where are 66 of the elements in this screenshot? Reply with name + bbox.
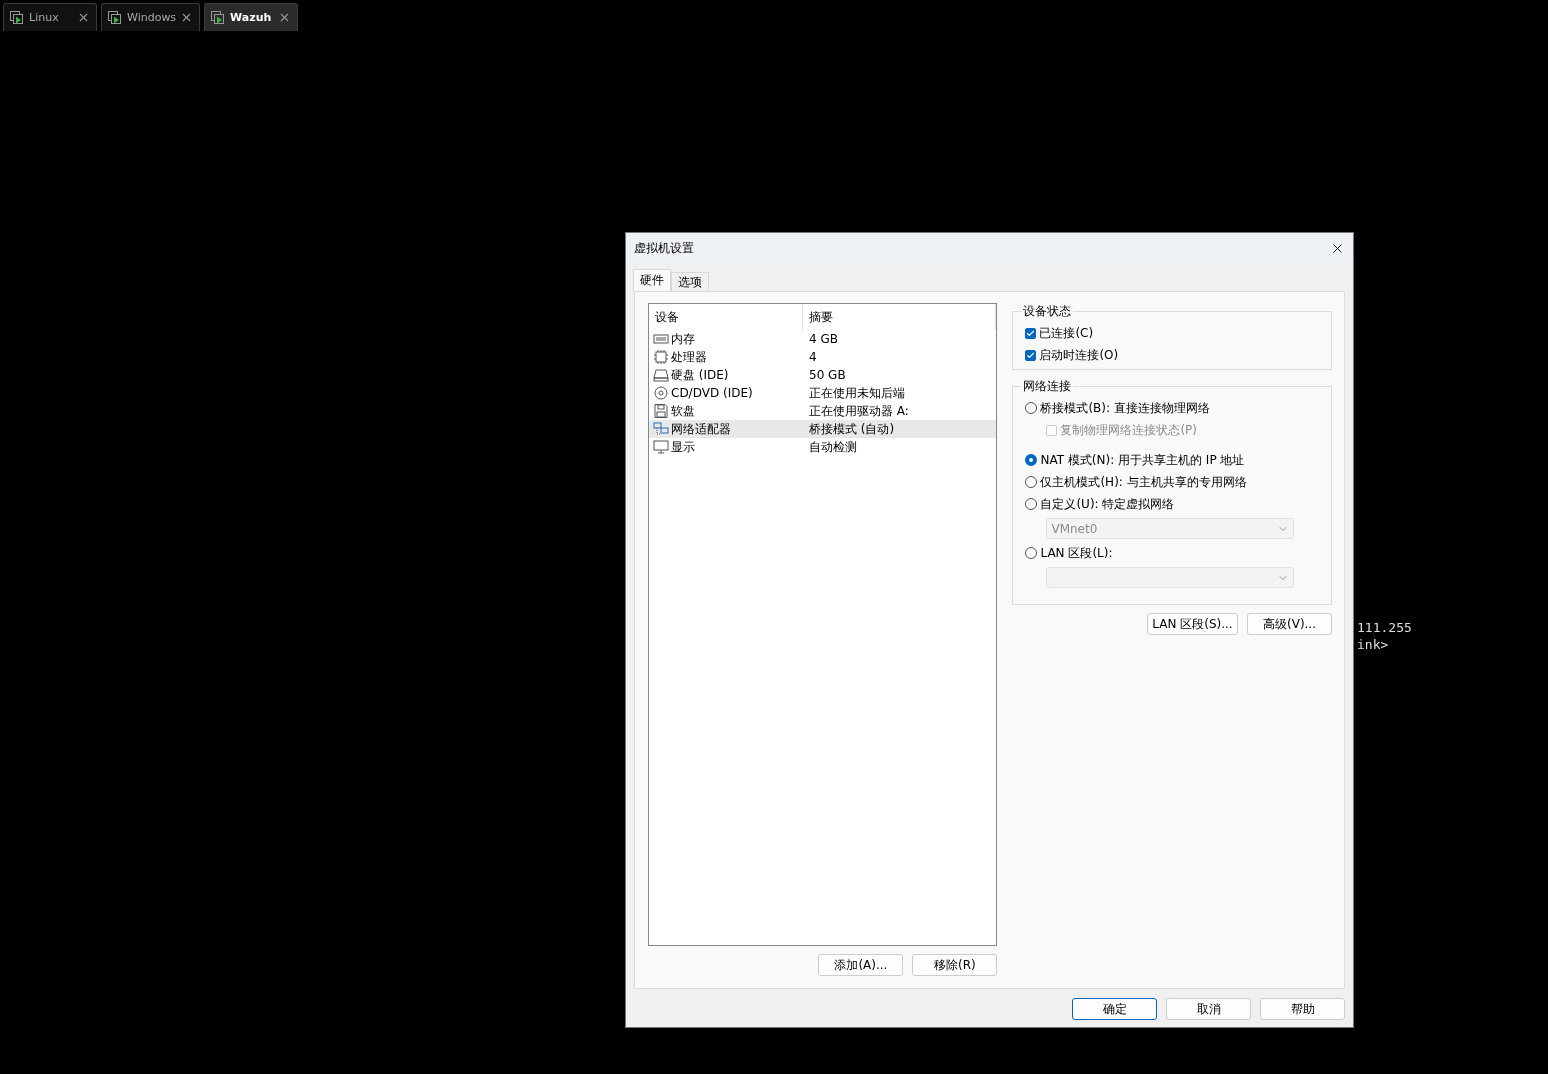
device-name: CD/DVD (IDE) (671, 386, 753, 400)
vm-icon (211, 10, 227, 25)
network-button[interactable]: LAN 区段(S)... (1147, 613, 1238, 635)
device-row[interactable]: CD/DVD (IDE) 正在使用未知后端 (649, 384, 997, 402)
network-button[interactable]: 高级(V)... (1247, 613, 1332, 635)
device-row[interactable]: 硬盘 (IDE) 50 GB (649, 366, 997, 384)
device-row[interactable]: 内存 4 GB (649, 330, 997, 348)
device-row[interactable]: 网络适配器 桥接模式 (自动) (649, 420, 997, 438)
vm-tab[interactable]: Linux (3, 3, 97, 31)
close-icon[interactable] (77, 11, 90, 24)
device-name: 内存 (671, 330, 695, 348)
checkbox-label: 启动时连接(O) (1039, 346, 1119, 364)
tab[interactable]: 选项 (671, 272, 709, 291)
group-title: 网络连接 (1022, 378, 1073, 395)
radio-button[interactable] (1025, 402, 1038, 414)
radio-label: 自定义(U): 特定虚拟网络 (1040, 495, 1175, 513)
device-summary: 正在使用驱动器 A: (808, 402, 910, 420)
radio-label: NAT 模式(N): 用于共享主机的 IP 地址 (1040, 451, 1245, 469)
radio-button[interactable] (1025, 498, 1038, 510)
device-summary: 正在使用未知后端 (808, 384, 906, 402)
radio-button[interactable] (1025, 476, 1038, 488)
radio-label: 桥接模式(B): 直接连接物理网络 (1040, 399, 1210, 417)
radio-button[interactable] (1025, 547, 1038, 559)
device-name: 硬盘 (IDE) (671, 366, 729, 384)
device-row[interactable]: 软盘 正在使用驱动器 A: (649, 402, 997, 420)
dialog-button[interactable]: 帮助 (1260, 998, 1345, 1020)
device-summary: 4 (808, 350, 818, 364)
memory-icon (653, 332, 669, 346)
list-button[interactable]: 添加(A)... (818, 954, 904, 976)
network-icon (653, 422, 669, 436)
column-header[interactable]: 设备 (649, 304, 803, 330)
checkbox-label: 复制物理网络连接状态(P) (1060, 421, 1198, 439)
device-name: 软盘 (671, 402, 695, 420)
device-name: 显示 (671, 438, 695, 456)
list-button[interactable]: 移除(R) (912, 954, 998, 976)
tab[interactable]: 硬件 (633, 269, 671, 291)
terminal-text: ink> (1357, 636, 1390, 653)
device-row[interactable]: 处理器 4 (649, 348, 997, 366)
column-header[interactable]: 摘要 (803, 304, 997, 330)
disc-icon (653, 386, 669, 400)
radio-label: 仅主机模式(H): 与主机共享的专用网络 (1040, 473, 1247, 491)
device-name: 网络适配器 (671, 420, 731, 438)
monitor-icon (653, 440, 669, 454)
device-summary: 4 GB (808, 332, 839, 346)
radio-label: LAN 区段(L): (1040, 544, 1113, 562)
vm-icon (10, 10, 25, 25)
dialog-button[interactable]: 取消 (1166, 998, 1251, 1020)
checkbox[interactable] (1025, 327, 1037, 339)
device-summary: 自动检测 (808, 438, 858, 456)
vm-icon (108, 10, 123, 25)
drive-icon (653, 368, 669, 382)
terminal-text: 111.255 (1357, 619, 1412, 636)
device-summary: 桥接模式 (自动) (808, 420, 896, 438)
checkbox[interactable] (1025, 349, 1037, 361)
device-row[interactable]: 显示 自动检测 (649, 438, 997, 456)
floppy-icon (653, 404, 669, 418)
vm-tab[interactable]: Windows (101, 3, 201, 31)
group-title: 设备状态 (1022, 303, 1073, 320)
radio-button[interactable] (1025, 454, 1038, 466)
dialog-button[interactable]: 确定 (1072, 998, 1157, 1020)
device-summary: 50 GB (808, 368, 847, 382)
device-name: 处理器 (671, 348, 707, 366)
checkbox-label: 已连接(C) (1039, 324, 1094, 342)
window-title: 虚拟机设置 (634, 239, 694, 257)
chip-icon (653, 350, 669, 364)
vm-tab[interactable]: Wazuh (204, 3, 299, 31)
